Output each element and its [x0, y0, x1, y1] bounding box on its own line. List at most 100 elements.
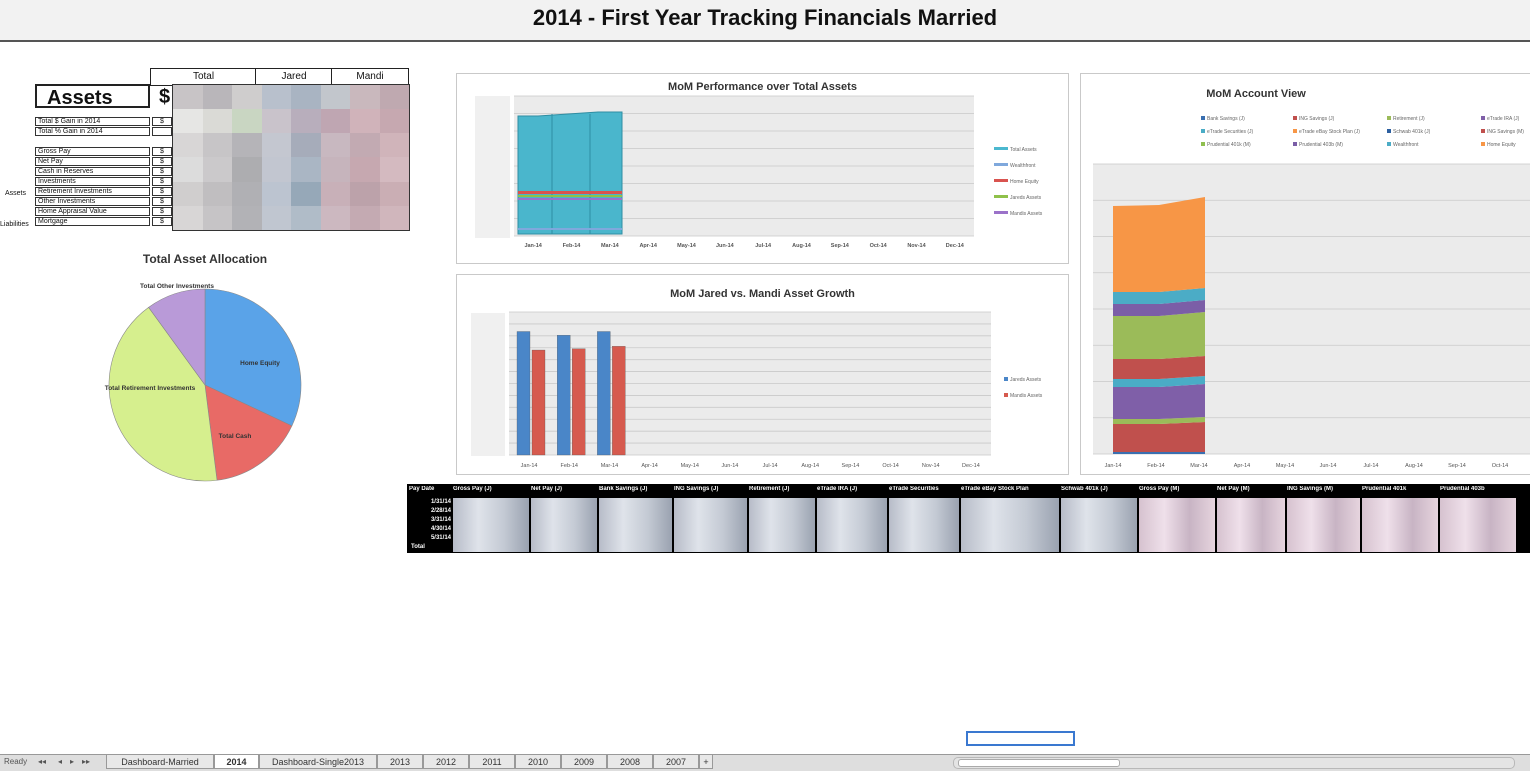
column-header: Net Pay (J)	[531, 486, 563, 492]
chart-mom-performance[interactable]: MoM Performance over Total Assets Jan-14…	[456, 73, 1069, 264]
chart-jared-vs-mandi[interactable]: MoM Jared vs. Mandi Asset Growth Jan-14 F…	[456, 274, 1069, 475]
row-label: Home Appraisal Value	[35, 207, 150, 216]
legend-label: Total Assets	[1010, 147, 1037, 153]
legend-label: Mandis Assets	[1010, 393, 1043, 399]
row-label: Cash in Reserves	[35, 167, 150, 176]
assets-summary-table: Total Jared Mandi Assets $ Total $ Gain …	[35, 68, 410, 231]
blurred-cell	[379, 85, 409, 110]
blurred-cell	[320, 85, 350, 110]
sheet-tab-2014[interactable]: 2014	[214, 755, 259, 769]
row-currency: $	[152, 177, 172, 186]
x-tick-label: Mar-14	[601, 463, 618, 469]
chart-account-view[interactable]: MoM Account View Jan-14 Feb-14 Mar-14 Apr-1…	[1080, 73, 1530, 475]
legend-swatch	[1481, 142, 1485, 146]
column-header: Retirement (J)	[749, 486, 790, 492]
pie-slice-label: Total Other Investments	[140, 283, 214, 290]
legend-label: Prudential 401k (M)	[1207, 142, 1251, 148]
legend-swatch	[1387, 129, 1391, 133]
blurred-column	[817, 498, 887, 552]
series-jareds-assets	[518, 195, 622, 197]
legend-label: Schwab 401k (J)	[1393, 129, 1431, 135]
blurred-column	[1440, 498, 1516, 552]
sheet-tab-2010[interactable]: 2010	[515, 755, 561, 769]
y-axis-labels-blurred	[471, 313, 505, 456]
stacked-area-layer	[1113, 312, 1205, 359]
blurred-cell	[379, 109, 409, 134]
stacked-area-layer	[1113, 356, 1205, 379]
row-date-label: 4/30/14	[430, 526, 451, 532]
blurred-cell	[202, 157, 232, 182]
blurred-column	[1362, 498, 1438, 552]
blurred-column	[674, 498, 747, 552]
x-tick-label: Jul-14	[763, 463, 778, 469]
x-tick-label: May-14	[681, 463, 699, 469]
column-header: Gross Pay (J)	[453, 486, 492, 492]
pie-slice-label: Total Cash	[219, 433, 252, 440]
blurred-cell	[173, 109, 203, 134]
blurred-cell	[173, 85, 203, 110]
sheet-tab-bar: Ready ◂◂ ◂ ▸ ▸▸ Dashboard-Married 2014 Das…	[0, 754, 1530, 771]
blurred-cell	[320, 205, 350, 230]
x-tick-label: Mar-14	[1190, 463, 1207, 469]
legend-label: ING Savings (J)	[1299, 116, 1335, 122]
row-label: Other Investments	[35, 197, 150, 206]
add-sheet-button[interactable]: +	[699, 755, 713, 769]
tab-nav-prev-icon[interactable]: ◂	[58, 757, 62, 766]
sheet-tab-2007[interactable]: 2007	[653, 755, 699, 769]
blurred-values	[172, 84, 410, 231]
bar-mandi	[531, 349, 546, 456]
pie-slice-label: Total Retirement Investments	[105, 385, 196, 392]
blurred-cell	[232, 181, 262, 206]
sheet-tab-dashboard-married[interactable]: Dashboard-Married	[106, 755, 214, 769]
bar-mandi	[572, 348, 586, 456]
x-tick-label: Aug-14	[792, 243, 812, 249]
legend-label: Jareds Assets	[1010, 195, 1042, 201]
legend-swatch	[1004, 377, 1008, 381]
scrollbar-thumb[interactable]	[958, 759, 1120, 767]
series-home-equity	[518, 191, 622, 194]
x-tick-label: Jul-14	[1364, 463, 1379, 469]
blurred-cell	[173, 133, 203, 158]
selected-cell[interactable]	[966, 731, 1075, 746]
row-date-label: 2/28/14	[430, 508, 451, 514]
legend-label: Wealthfront	[1010, 163, 1036, 169]
blurred-cell	[232, 205, 262, 230]
x-tick-label: May-14	[1276, 463, 1294, 469]
legend-swatch	[994, 195, 1008, 198]
sheet-tab-2009[interactable]: 2009	[561, 755, 607, 769]
blurred-cell	[320, 181, 350, 206]
sheet-tab-dashboard-single2013[interactable]: Dashboard-Single2013	[259, 755, 377, 769]
sheet-tab-2013[interactable]: 2013	[377, 755, 423, 769]
tab-nav-last-icon[interactable]: ▸▸	[82, 757, 90, 766]
horizontal-scrollbar[interactable]	[953, 757, 1515, 769]
tab-nav-first-icon[interactable]: ◂◂	[38, 757, 46, 766]
blurred-cell	[202, 133, 232, 158]
x-tick-label: Sep-14	[842, 463, 860, 469]
row-label: Gross Pay	[35, 147, 150, 156]
blurred-cell	[350, 181, 380, 206]
x-tick-label: Jul-14	[755, 243, 772, 249]
blurred-cell	[291, 133, 321, 158]
column-header: eTrade IRA (J)	[817, 486, 858, 492]
row-label: Total % Gain in 2014	[35, 127, 150, 136]
blurred-cell	[291, 181, 321, 206]
x-tick-label: Aug-14	[1405, 463, 1423, 469]
sheet-tab-2011[interactable]: 2011	[469, 755, 515, 769]
tab-nav-next-icon[interactable]: ▸	[70, 757, 74, 766]
blurred-column	[1061, 498, 1137, 552]
x-tick-label: Jun-14	[722, 463, 739, 469]
blurred-cell	[350, 157, 380, 182]
blurred-cell	[379, 157, 409, 182]
sheet-tab-2012[interactable]: 2012	[423, 755, 469, 769]
row-currency: $	[152, 207, 172, 216]
legend-label: ING Savings (M)	[1487, 129, 1524, 135]
legend-swatch	[1481, 129, 1485, 133]
legend-swatch	[1201, 129, 1205, 133]
legend-swatch	[994, 147, 1008, 150]
legend-swatch	[994, 211, 1008, 214]
blurred-cell	[291, 205, 321, 230]
blurred-cell	[350, 85, 380, 110]
row-currency	[152, 127, 172, 136]
sheet-tab-2008[interactable]: 2008	[607, 755, 653, 769]
x-tick-label: Dec-14	[946, 243, 965, 249]
